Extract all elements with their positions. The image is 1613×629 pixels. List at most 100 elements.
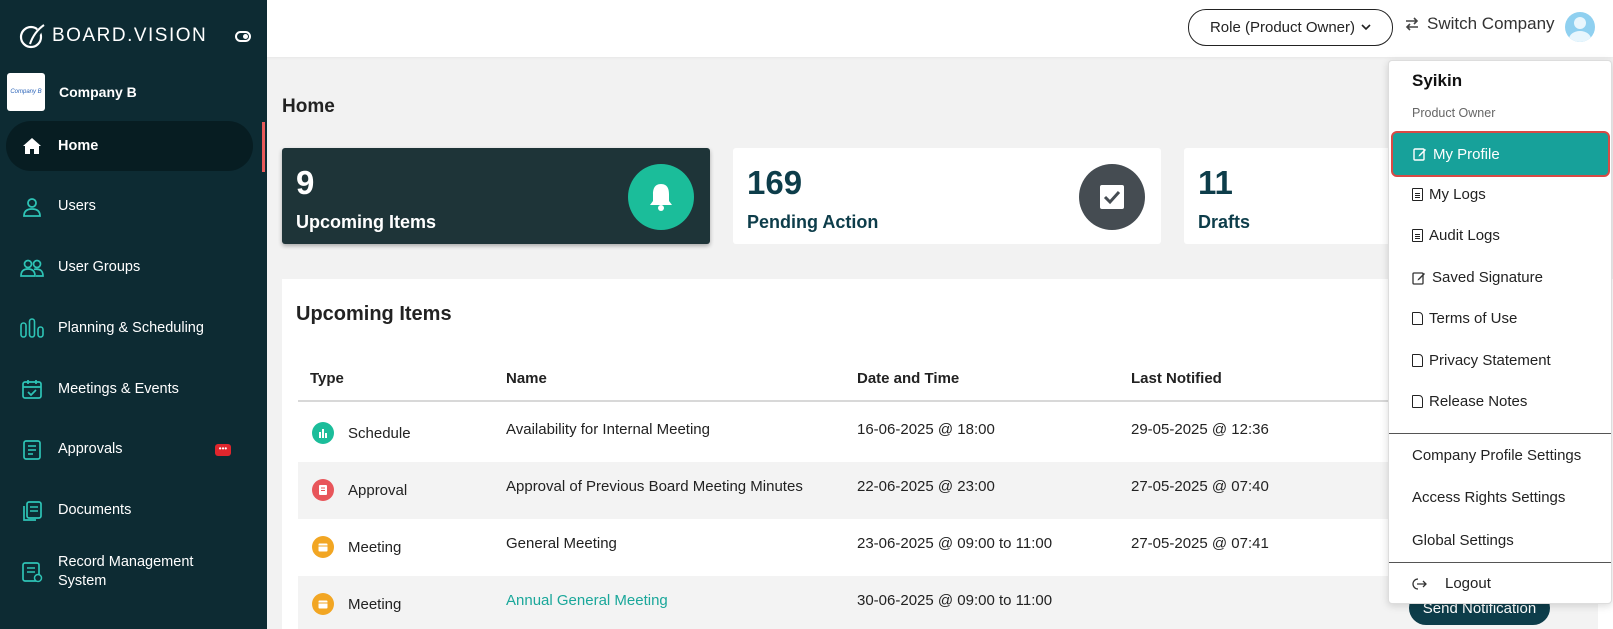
brand-name: BOARD.VISION [52,25,208,46]
company-selector[interactable]: Company B Company B [7,73,137,111]
menu-item-global-settings[interactable]: Global Settings [1389,520,1611,561]
approval-icon [20,438,44,462]
avatar[interactable] [1565,12,1595,42]
menu-item-logout[interactable]: Logout [1389,563,1611,604]
row-name-link[interactable]: Annual General Meeting [506,592,668,609]
menu-item-label: My Profile [1433,145,1500,163]
chevron-down-icon [1361,24,1371,31]
row-last-notified: 29-05-2025 @ 12:36 [1131,421,1269,438]
sidebar-item-label: Planning & Scheduling [58,319,204,336]
sidebar-item-user-groups[interactable]: User Groups [0,243,267,293]
menu-item-privacy-statement[interactable]: Privacy Statement [1389,340,1611,381]
brand-logo[interactable]: BOARD.VISION [18,22,207,50]
panel-title: Upcoming Items [296,303,452,325]
sidebar-item-label: Home [58,137,99,154]
card-pending-action[interactable]: 169 Pending Action [733,148,1161,244]
menu-item-company-profile-settings[interactable]: Company Profile Settings [1389,435,1611,476]
file-icon [1412,354,1423,367]
column-header-name: Name [506,370,547,387]
dropdown-user-name: Syikin [1412,71,1463,90]
sidebar-item-label: Users [58,198,96,215]
dropdown-user-role: Product Owner [1412,106,1496,120]
card-value: 11 [1198,164,1233,201]
card-drafts[interactable]: 11 Drafts [1184,148,1414,244]
document-icon [1412,229,1423,242]
sidebar-item-label: User Groups [58,259,141,276]
card-upcoming-items[interactable]: 9 Upcoming Items [282,148,710,244]
sidebar-item-label: Documents [58,502,132,519]
sidebar-item-label: Approvals [58,441,123,458]
row-datetime: 30-06-2025 @ 09:00 to 11:00 [857,592,1053,609]
logout-icon [1412,577,1427,590]
home-icon [20,134,44,158]
menu-item-label: Global Settings [1412,532,1514,549]
schedule-icon [312,422,334,444]
sidebar: BOARD.VISION Company B Company B Home Us… [0,0,267,629]
menu-item-label: Privacy Statement [1429,352,1551,369]
row-type: Approval [348,482,408,499]
edit-icon [1413,148,1426,161]
users-icon [20,256,44,280]
switch-company-label: Switch Company [1427,14,1555,33]
menu-item-my-logs[interactable]: My Logs [1389,174,1611,215]
page-title: Home [282,96,335,117]
bell-icon [628,164,694,230]
card-title: Drafts [1198,212,1251,232]
user-icon [20,195,44,219]
row-datetime: 23-06-2025 @ 09:00 to 11:00 [857,535,1053,552]
card-title: Upcoming Items [296,212,437,232]
active-indicator [262,122,265,172]
row-name: Approval of Previous Board Meeting Minut… [506,478,803,495]
sidebar-item-approvals[interactable]: Approvals ••• [0,425,267,475]
checkbox-icon [1079,164,1145,230]
switch-icon [1405,17,1419,31]
sidebar-nav: Home Users User Groups Planning & Schedu… [0,121,267,607]
menu-item-label: Logout [1445,575,1491,592]
row-last-notified: 27-05-2025 @ 07:40 [1131,478,1269,495]
sidebar-item-meetings[interactable]: Meetings & Events [0,364,267,414]
menu-item-access-rights-settings[interactable]: Access Rights Settings [1389,477,1611,518]
document-icon [1412,188,1423,201]
sidebar-item-planning[interactable]: Planning & Scheduling [0,303,267,353]
menu-item-saved-signature[interactable]: Saved Signature [1389,257,1611,298]
switch-company-button[interactable]: Switch Company [1403,14,1555,34]
menu-item-label: Access Rights Settings [1412,489,1566,506]
company-name: Company B [59,84,137,100]
column-header-type: Type [310,370,344,387]
meeting-icon [312,593,334,615]
approvals-badge: ••• [215,443,231,456]
bars-icon [20,316,44,340]
menu-item-label: Release Notes [1429,393,1528,410]
toggle-icon[interactable] [235,31,251,42]
row-type: Meeting [348,539,402,556]
calendar-icon [20,377,44,401]
row-type: Schedule [348,425,411,442]
column-header-datetime: Date and Time [857,370,960,387]
card-title: Pending Action [747,212,879,232]
company-logo: Company B [7,73,45,111]
menu-item-audit-logs[interactable]: Audit Logs [1389,215,1611,256]
sidebar-item-users[interactable]: Users [0,182,267,232]
menu-item-release-notes[interactable]: Release Notes [1389,381,1611,422]
profile-dropdown: Syikin Product Owner My Profile My Logs … [1388,60,1612,604]
sidebar-item-records[interactable]: Record Management System [0,547,267,597]
meeting-icon [312,536,334,558]
sidebar-item-label: Meetings & Events [58,380,179,397]
documents-icon [20,499,44,523]
menu-item-my-profile[interactable]: My Profile [1391,131,1610,177]
file-icon [1412,312,1423,325]
role-dropdown[interactable]: Role (Product Owner) [1188,9,1393,46]
sidebar-item-home[interactable]: Home [6,121,253,171]
role-label: Role (Product Owner) [1209,19,1356,36]
row-last-notified: 27-05-2025 @ 07:41 [1131,535,1269,552]
records-icon [20,560,44,584]
sidebar-item-label: Record Management System [58,553,194,589]
file-icon [1412,395,1423,408]
sidebar-item-documents[interactable]: Documents [0,486,267,536]
menu-item-terms-of-use[interactable]: Terms of Use [1389,298,1611,339]
signature-icon [1412,271,1425,285]
logo-icon [19,24,45,49]
menu-divider [1389,433,1611,434]
row-name: Availability for Internal Meeting [506,421,710,438]
menu-item-label: Terms of Use [1429,310,1518,327]
